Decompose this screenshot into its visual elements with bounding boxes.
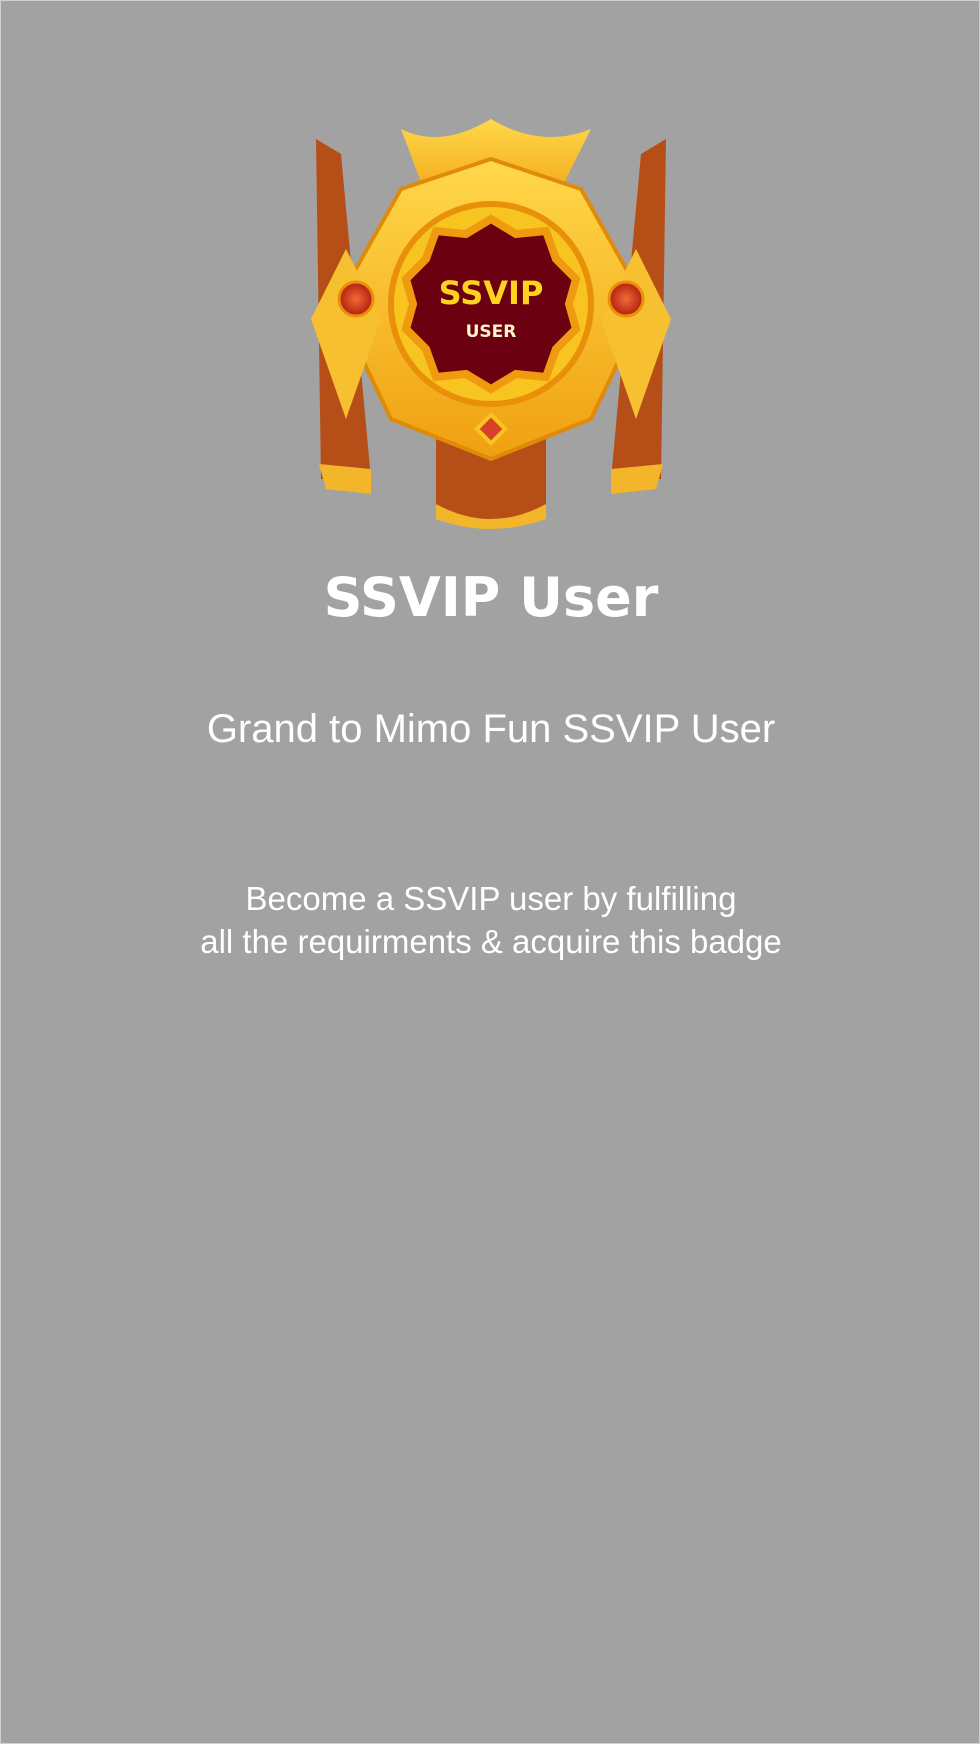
description-line-2: all the requirments & acquire this badge xyxy=(200,923,782,960)
badge-text-ssvip: SSVIP xyxy=(439,274,544,312)
badge-text-user: USER xyxy=(466,322,517,342)
badge-subtitle: Grand to Mimo Fun SSVIP User xyxy=(206,707,776,751)
ssvip-badge-image: SSVIP USER xyxy=(311,119,671,529)
badge-description: Become a SSVIP user by fulfilling all th… xyxy=(1,877,980,963)
badge-title: SSVIP User xyxy=(323,566,659,629)
description-line-1: Become a SSVIP user by fulfilling xyxy=(245,880,737,917)
